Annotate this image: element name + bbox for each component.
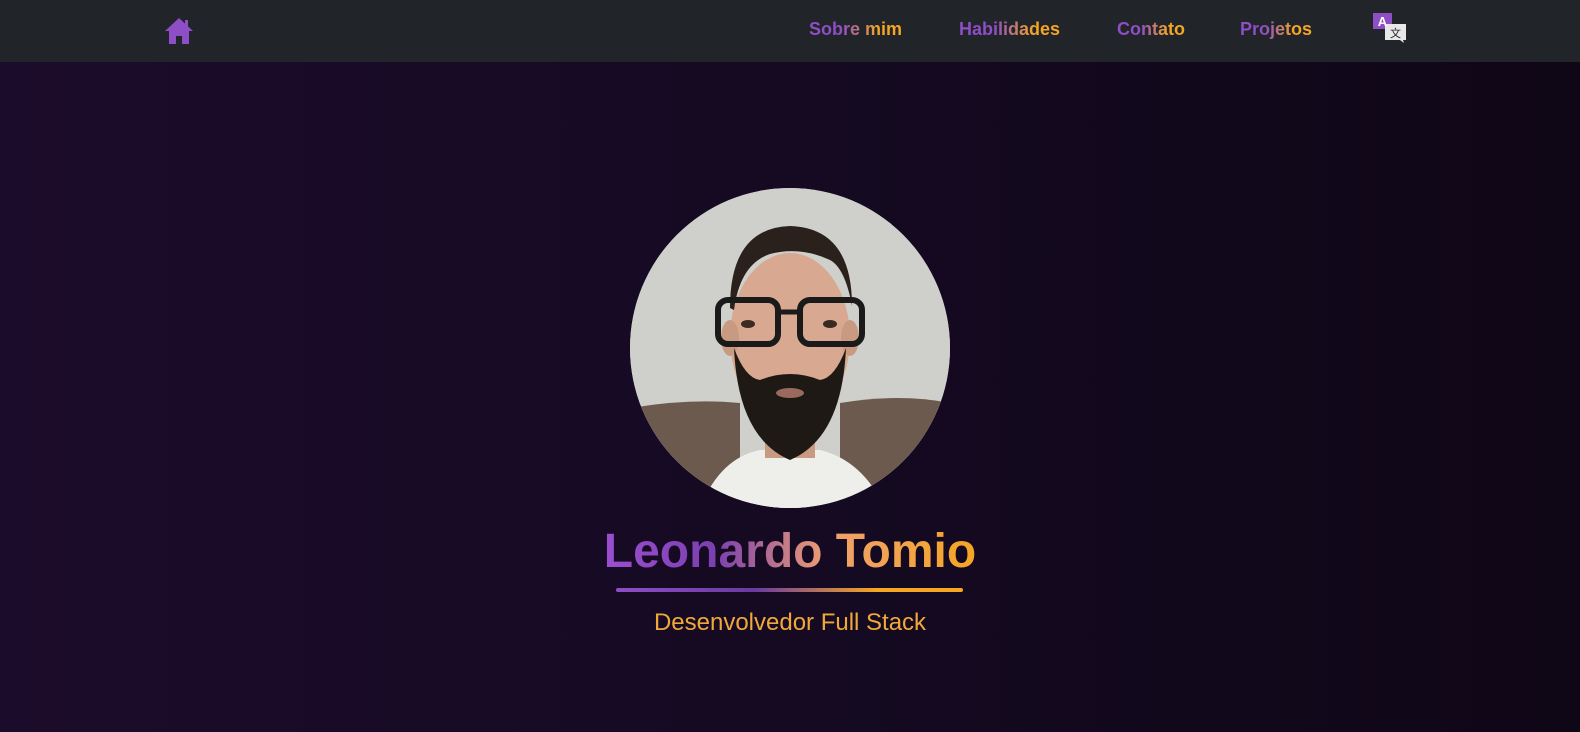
nav-link-sobre-mim[interactable]: Sobre mim (809, 17, 902, 41)
nav-links: Sobre mim Habilidades Contato Projetos (0, 0, 1580, 62)
top-navbar: Sobre mim Habilidades Contato Projetos A… (0, 0, 1580, 62)
translate-glyph-b: 文 (1390, 26, 1401, 40)
hero-name: Leonardo Tomio (0, 524, 1580, 588)
hero-section: Leonardo Tomio Desenvolvedor Full Stack (0, 62, 1580, 732)
translate-icon: A 文 (1373, 13, 1406, 43)
hero-role: Desenvolvedor Full Stack (653, 609, 927, 636)
nav-link-contato[interactable]: Contato (1117, 17, 1185, 41)
profile-photo-illustration (630, 188, 950, 508)
name-underline (616, 588, 963, 592)
hero-name-text: Leonardo Tomio (604, 524, 976, 588)
profile-photo (630, 188, 950, 508)
nav-link-habilidades[interactable]: Habilidades (959, 17, 1060, 41)
nav-link-projetos[interactable]: Projetos (1240, 17, 1312, 41)
translate-glyph-a: A (1378, 14, 1388, 29)
language-button[interactable]: A 文 (1372, 12, 1410, 44)
